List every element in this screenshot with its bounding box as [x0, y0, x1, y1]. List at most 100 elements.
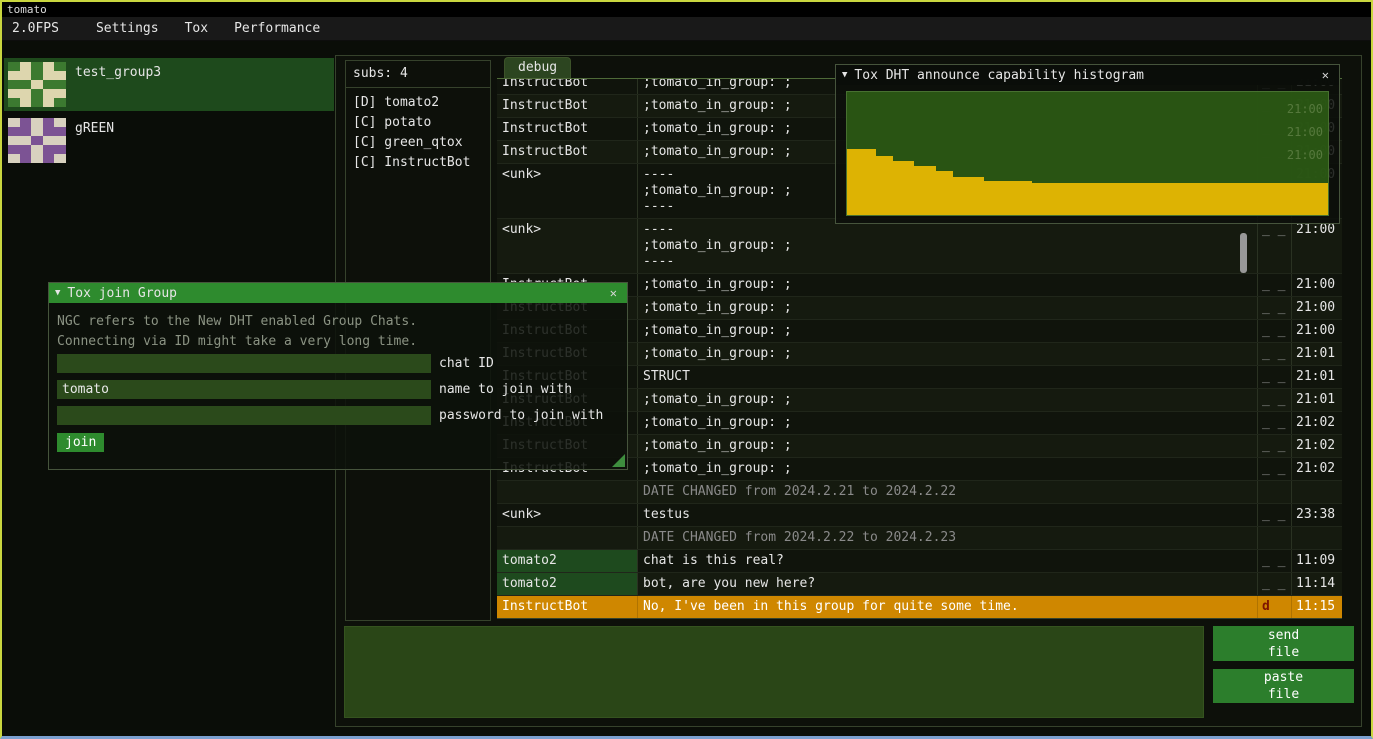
window-titlebar[interactable]: ▼ Tox DHT announce capability histogram … [836, 65, 1339, 85]
message-status [1258, 527, 1292, 549]
join-password-label: password to join with [439, 406, 603, 425]
message-status: _ _ [1258, 412, 1292, 434]
message-sender: InstructBot [497, 118, 638, 140]
message-status: _ _ [1258, 573, 1292, 595]
close-icon: ✕ [1322, 68, 1329, 82]
ghost-timestamp: 21:00 [1287, 148, 1323, 162]
message-time: 11:15 [1292, 596, 1342, 618]
chat-message-row[interactable]: DATE CHANGED from 2024.2.22 to 2024.2.23 [497, 527, 1342, 550]
message-time: 21:01 [1292, 343, 1342, 365]
join-window-body: NGC refers to the New DHT enabled Group … [49, 303, 627, 452]
histogram-window-title: Tox DHT announce capability histogram [854, 68, 1317, 83]
message-status: _ _ [1258, 219, 1292, 273]
ghost-timestamp: 21:00 [1287, 102, 1323, 116]
chat-message-row[interactable]: tomato2 bot, are you new here? _ _ 11:14 [497, 573, 1342, 596]
window-title: tomato [7, 3, 47, 16]
message-status: _ _ [1258, 504, 1292, 526]
message-text: ;tomato_in_group: ; [638, 412, 1258, 434]
menu-item[interactable]: Performance [221, 21, 333, 36]
message-time: 21:00 [1292, 297, 1342, 319]
send-file-button[interactable]: send file [1213, 626, 1354, 661]
message-text: bot, are you new here? [638, 573, 1258, 595]
message-sender: <unk> [497, 164, 638, 218]
join-name-input[interactable] [57, 380, 431, 399]
message-status: _ _ [1258, 366, 1292, 388]
member-item[interactable]: [C] InstructBot [346, 153, 490, 173]
menu-item[interactable]: Tox [172, 21, 221, 36]
group-item-gREEN[interactable]: gREEN [4, 114, 334, 167]
message-time: 21:02 [1292, 435, 1342, 457]
resize-grip-icon[interactable] [612, 454, 625, 467]
message-time: 21:00 [1292, 219, 1342, 273]
chat-message-row[interactable]: InstructBot No, I've been in this group … [497, 596, 1342, 619]
message-status [1258, 481, 1292, 503]
message-time [1292, 527, 1342, 549]
group-avatar [8, 118, 66, 163]
message-text: ;tomato_in_group: ; [638, 458, 1258, 480]
message-sender: InstructBot [497, 141, 638, 163]
join-info-text: NGC refers to the New DHT enabled Group … [57, 312, 619, 332]
member-item[interactable]: [C] potato [346, 113, 490, 133]
message-time: 21:01 [1292, 366, 1342, 388]
message-status: _ _ [1258, 389, 1292, 411]
chat-message-row[interactable]: DATE CHANGED from 2024.2.21 to 2024.2.22 [497, 481, 1342, 504]
message-time: 21:02 [1292, 458, 1342, 480]
message-sender: tomato2 [497, 573, 638, 595]
member-list: [D] tomato2[C] potato[C] green_qtox[C] I… [346, 88, 490, 173]
message-text: ;tomato_in_group: ; [638, 320, 1258, 342]
group-name: test_group3 [75, 65, 161, 80]
group-item-test_group3[interactable]: test_group3 [4, 58, 334, 111]
group-sidebar: test_group3 gREEN [4, 58, 334, 170]
message-text: ;tomato_in_group: ; [638, 389, 1258, 411]
join-info-text: Connecting via ID might take a very long… [57, 332, 619, 352]
message-time [1292, 481, 1342, 503]
chat-id-input[interactable] [57, 354, 431, 373]
subs-header: subs: 4 [346, 61, 490, 88]
close-button[interactable]: ✕ [606, 286, 621, 300]
close-icon: ✕ [610, 286, 617, 300]
message-status: _ _ [1258, 458, 1292, 480]
message-sender [497, 481, 638, 503]
chat-id-label: chat ID [439, 354, 494, 373]
message-status: _ _ [1258, 274, 1292, 296]
message-time: 21:00 [1292, 274, 1342, 296]
message-status: _ _ [1258, 320, 1292, 342]
member-item[interactable]: [D] tomato2 [346, 93, 490, 113]
close-button[interactable]: ✕ [1318, 68, 1333, 82]
histogram-window: ▼ Tox DHT announce capability histogram … [835, 64, 1340, 224]
menu-item[interactable]: Settings [83, 21, 172, 36]
chat-message-row[interactable]: <unk> testus _ _ 23:38 [497, 504, 1342, 527]
message-sender: <unk> [497, 504, 638, 526]
message-time: 21:02 [1292, 412, 1342, 434]
collapse-arrow-icon[interactable]: ▼ [55, 283, 60, 303]
message-sender: InstructBot [497, 79, 638, 94]
join-button[interactable]: join [57, 433, 104, 452]
message-time: 21:00 [1292, 320, 1342, 342]
message-time: 21:01 [1292, 389, 1342, 411]
member-item[interactable]: [C] green_qtox [346, 133, 490, 153]
message-text: DATE CHANGED from 2024.2.22 to 2024.2.23 [638, 527, 1258, 549]
fps-counter: 2.0FPS [2, 21, 69, 36]
message-input[interactable] [344, 626, 1204, 718]
paste-file-button[interactable]: paste file [1213, 669, 1354, 703]
menubar: 2.0FPS SettingsToxPerformance [2, 17, 1371, 41]
chat-scrollbar-thumb[interactable] [1240, 233, 1247, 273]
message-sender: <unk> [497, 219, 638, 273]
message-sender: InstructBot [497, 95, 638, 117]
chat-message-row[interactable]: tomato2 chat is this real? _ _ 11:09 [497, 550, 1342, 573]
tab-debug[interactable]: debug [504, 57, 571, 78]
message-status: _ _ [1258, 550, 1292, 572]
message-time: 23:38 [1292, 504, 1342, 526]
message-text: ;tomato_in_group: ; [638, 435, 1258, 457]
message-sender: tomato2 [497, 550, 638, 572]
group-name: gREEN [75, 121, 114, 136]
join-password-input[interactable] [57, 406, 431, 425]
message-text: ;tomato_in_group: ; [638, 274, 1258, 296]
window-titlebar[interactable]: ▼ Tox join Group ✕ [49, 283, 627, 303]
os-titlebar[interactable]: tomato [2, 2, 1371, 17]
histogram-plot: 21:00 21:00 21:00 [846, 91, 1329, 216]
chat-message-row[interactable]: <unk> ---- ;tomato_in_group: ; ---- _ _ … [497, 219, 1342, 274]
message-text: DATE CHANGED from 2024.2.21 to 2024.2.22 [638, 481, 1258, 503]
ghost-timestamp: 21:00 [1287, 125, 1323, 139]
collapse-arrow-icon[interactable]: ▼ [842, 65, 847, 85]
